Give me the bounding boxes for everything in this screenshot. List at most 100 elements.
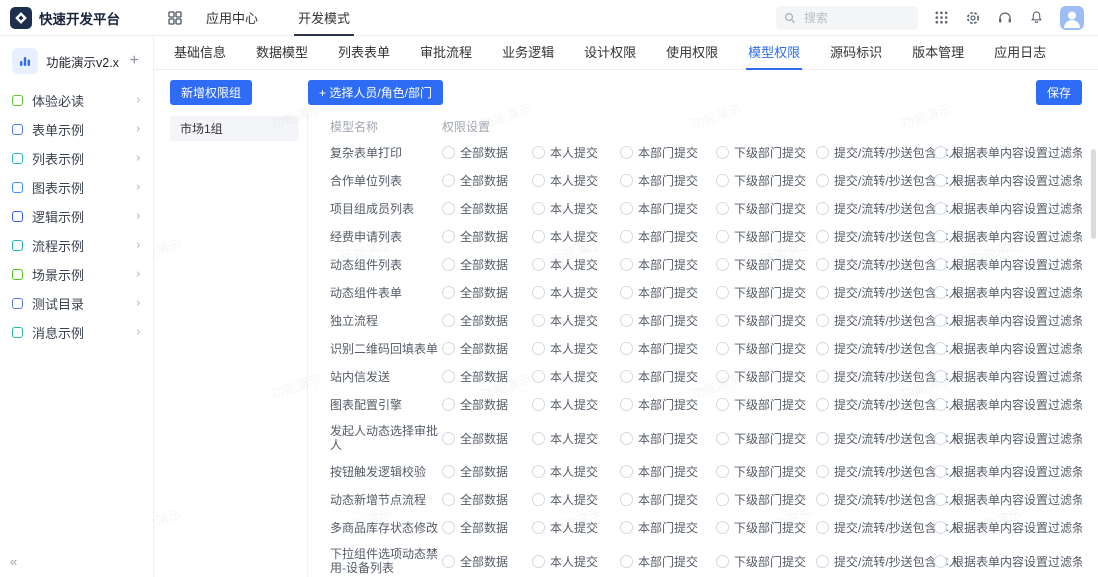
permission-option[interactable]: 下级部门提交	[716, 519, 816, 536]
radio-unchecked-icon[interactable]	[816, 314, 829, 327]
radio-unchecked-icon[interactable]	[716, 398, 729, 411]
radio-unchecked-icon[interactable]	[816, 370, 829, 383]
permission-option[interactable]: 根据表单内容设置过滤条件	[934, 200, 1082, 217]
tab[interactable]: 基础信息	[172, 36, 228, 69]
permission-option[interactable]: 本部门提交	[620, 463, 716, 480]
permission-option[interactable]: 提交/流转/抄送包含本人	[816, 396, 934, 413]
select-members-button[interactable]: + 选择人员/角色/部门	[308, 80, 443, 105]
user-avatar[interactable]	[1060, 6, 1084, 30]
radio-unchecked-icon[interactable]	[532, 521, 545, 534]
radio-unchecked-icon[interactable]	[532, 342, 545, 355]
radio-unchecked-icon[interactable]	[620, 465, 633, 478]
radio-unchecked-icon[interactable]	[532, 493, 545, 506]
global-search[interactable]	[776, 6, 918, 30]
tab[interactable]: 业务逻辑	[500, 36, 556, 69]
permission-option[interactable]: 下级部门提交	[716, 368, 816, 385]
radio-unchecked-icon[interactable]	[816, 146, 829, 159]
radio-unchecked-icon[interactable]	[716, 555, 729, 568]
permission-option[interactable]: 本人提交	[532, 491, 620, 508]
radio-unchecked-icon[interactable]	[620, 342, 633, 355]
permission-option[interactable]: 提交/流转/抄送包含本人	[816, 430, 934, 447]
permission-option[interactable]: 全部数据	[442, 200, 532, 217]
permission-option[interactable]: 下级部门提交	[716, 430, 816, 447]
permission-option[interactable]: 提交/流转/抄送包含本人	[816, 553, 934, 570]
radio-unchecked-icon[interactable]	[532, 398, 545, 411]
permission-option[interactable]: 提交/流转/抄送包含本人	[816, 340, 934, 357]
permission-option[interactable]: 本部门提交	[620, 172, 716, 189]
permission-option[interactable]: 本人提交	[532, 430, 620, 447]
radio-unchecked-icon[interactable]	[716, 230, 729, 243]
permission-option[interactable]: 本人提交	[532, 172, 620, 189]
permission-option[interactable]: 本部门提交	[620, 256, 716, 273]
radio-unchecked-icon[interactable]	[620, 258, 633, 271]
radio-unchecked-icon[interactable]	[934, 465, 947, 478]
radio-unchecked-icon[interactable]	[934, 286, 947, 299]
radio-unchecked-icon[interactable]	[934, 432, 947, 445]
radio-unchecked-icon[interactable]	[934, 342, 947, 355]
permission-option[interactable]: 下级部门提交	[716, 340, 816, 357]
permission-option[interactable]: 根据表单内容设置过滤条件	[934, 553, 1082, 570]
permission-option[interactable]: 本人提交	[532, 368, 620, 385]
radio-unchecked-icon[interactable]	[934, 146, 947, 159]
permission-option[interactable]: 本部门提交	[620, 519, 716, 536]
permission-option[interactable]: 全部数据	[442, 368, 532, 385]
sidebar-menu-item[interactable]: 体验必读 ›	[0, 86, 153, 115]
radio-unchecked-icon[interactable]	[816, 174, 829, 187]
permission-option[interactable]: 本部门提交	[620, 553, 716, 570]
permission-option[interactable]: 全部数据	[442, 491, 532, 508]
permission-option[interactable]: 下级部门提交	[716, 553, 816, 570]
radio-unchecked-icon[interactable]	[716, 370, 729, 383]
radio-unchecked-icon[interactable]	[816, 202, 829, 215]
permission-option[interactable]: 下级部门提交	[716, 396, 816, 413]
radio-unchecked-icon[interactable]	[532, 258, 545, 271]
permission-option[interactable]: 提交/流转/抄送包含本人	[816, 491, 934, 508]
permission-option[interactable]: 根据表单内容设置过滤条件	[934, 519, 1082, 536]
permission-option[interactable]: 根据表单内容设置过滤条件	[934, 172, 1082, 189]
permission-option[interactable]: 本人提交	[532, 200, 620, 217]
permission-option[interactable]: 根据表单内容设置过滤条件	[934, 228, 1082, 245]
top-menu-item[interactable]: 应用中心	[186, 0, 278, 36]
permission-option[interactable]: 全部数据	[442, 228, 532, 245]
permission-option[interactable]: 提交/流转/抄送包含本人	[816, 256, 934, 273]
permission-option[interactable]: 本人提交	[532, 256, 620, 273]
permission-option[interactable]: 提交/流转/抄送包含本人	[816, 312, 934, 329]
permission-option[interactable]: 下级部门提交	[716, 144, 816, 161]
permission-option[interactable]: 本人提交	[532, 144, 620, 161]
permission-option[interactable]: 本部门提交	[620, 200, 716, 217]
radio-unchecked-icon[interactable]	[816, 398, 829, 411]
add-permission-group-button[interactable]: 新增权限组	[170, 80, 252, 105]
permission-option[interactable]: 全部数据	[442, 463, 532, 480]
permission-option[interactable]: 全部数据	[442, 256, 532, 273]
vertical-scrollbar-thumb[interactable]	[1091, 149, 1096, 239]
tab[interactable]: 审批流程	[418, 36, 474, 69]
radio-unchecked-icon[interactable]	[442, 202, 455, 215]
radio-unchecked-icon[interactable]	[620, 146, 633, 159]
apps-grid-icon[interactable]	[934, 10, 949, 25]
permission-option[interactable]: 本人提交	[532, 340, 620, 357]
radio-unchecked-icon[interactable]	[442, 521, 455, 534]
top-menu-item[interactable]: 开发模式	[278, 0, 370, 36]
permission-option[interactable]: 下级部门提交	[716, 228, 816, 245]
permission-option[interactable]: 下级部门提交	[716, 463, 816, 480]
permission-option[interactable]: 本部门提交	[620, 430, 716, 447]
permission-option[interactable]: 全部数据	[442, 284, 532, 301]
radio-unchecked-icon[interactable]	[442, 258, 455, 271]
radio-unchecked-icon[interactable]	[816, 342, 829, 355]
radio-unchecked-icon[interactable]	[934, 230, 947, 243]
radio-unchecked-icon[interactable]	[934, 398, 947, 411]
permission-option[interactable]: 根据表单内容设置过滤条件	[934, 256, 1082, 273]
radio-unchecked-icon[interactable]	[442, 146, 455, 159]
tab[interactable]: 数据模型	[254, 36, 310, 69]
radio-unchecked-icon[interactable]	[442, 370, 455, 383]
permission-option[interactable]: 本人提交	[532, 463, 620, 480]
app-menu-grid-icon[interactable]	[168, 11, 182, 25]
radio-unchecked-icon[interactable]	[934, 258, 947, 271]
radio-unchecked-icon[interactable]	[442, 398, 455, 411]
permission-option[interactable]: 根据表单内容设置过滤条件	[934, 430, 1082, 447]
radio-unchecked-icon[interactable]	[716, 174, 729, 187]
tab[interactable]: 源码标识	[828, 36, 884, 69]
tab[interactable]: 设计权限	[582, 36, 638, 69]
radio-unchecked-icon[interactable]	[716, 342, 729, 355]
radio-unchecked-icon[interactable]	[442, 465, 455, 478]
radio-unchecked-icon[interactable]	[716, 493, 729, 506]
